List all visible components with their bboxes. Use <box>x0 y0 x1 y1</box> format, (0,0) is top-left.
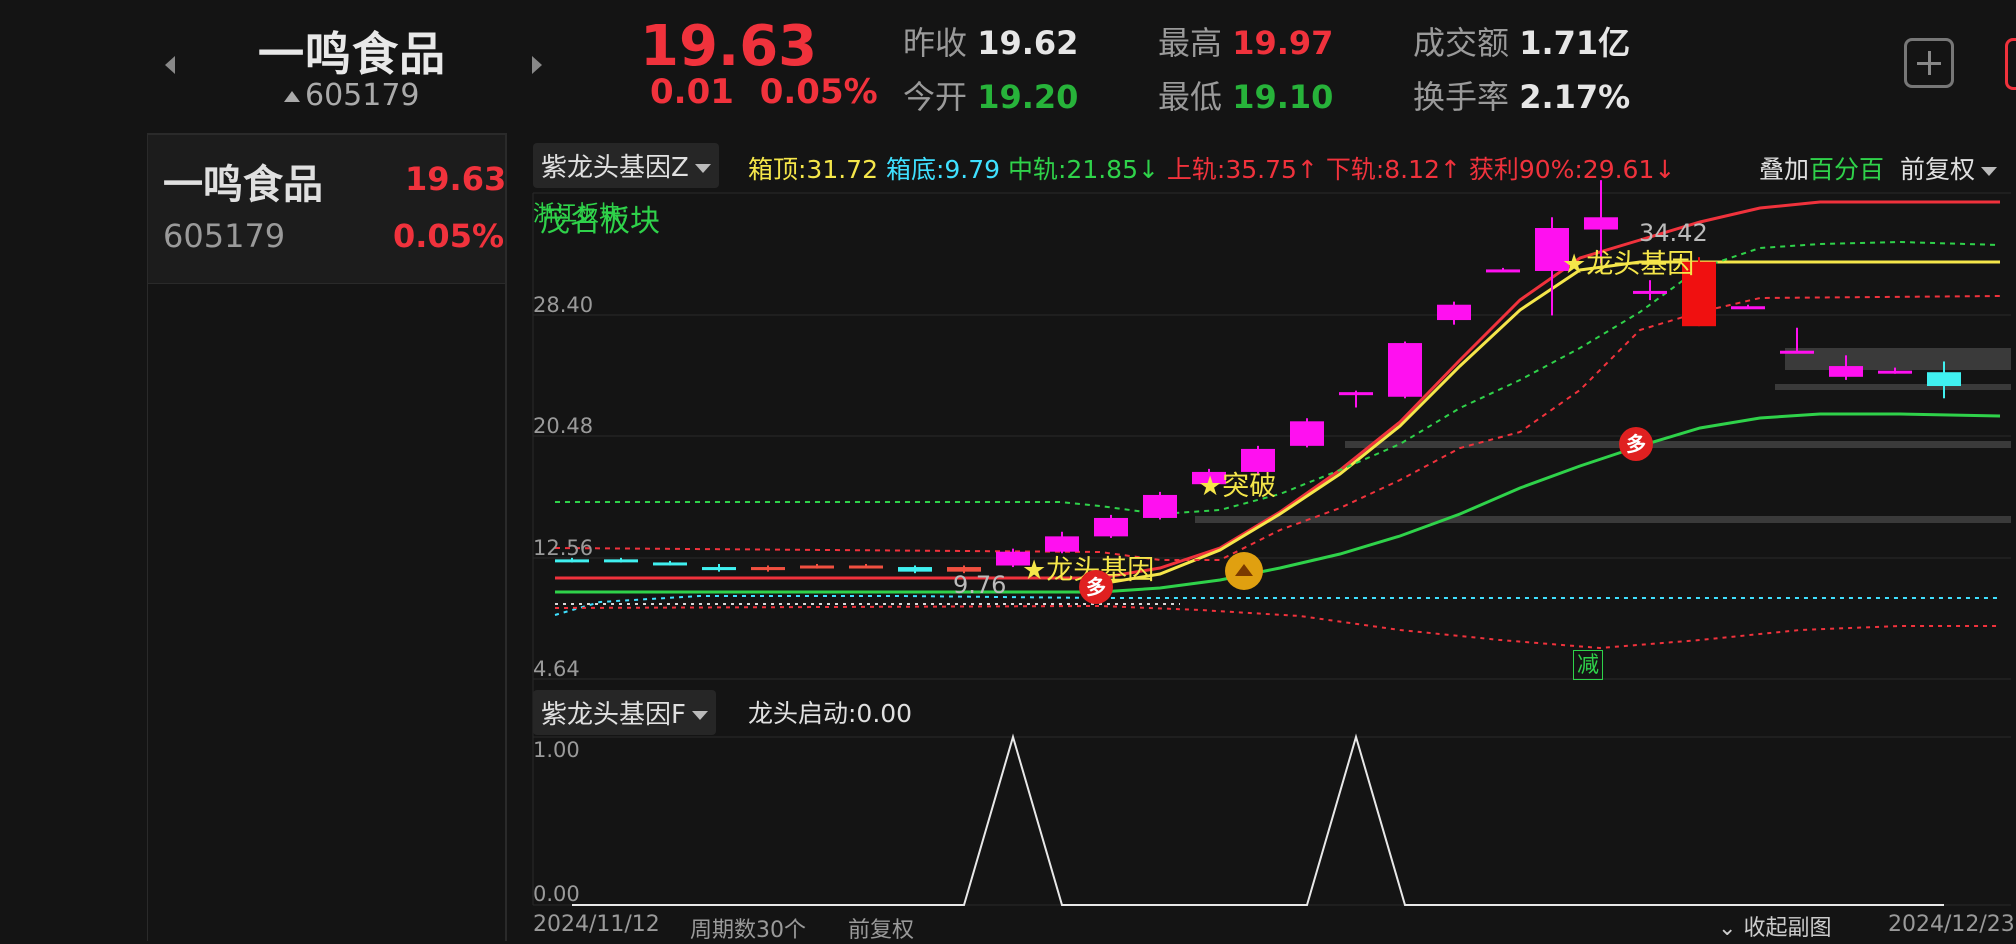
period-count: 周期数30个 <box>690 918 806 943</box>
adjust-mode: 前复权 <box>848 918 915 943</box>
double-chevron-down-icon: ⌄ <box>1718 916 1737 941</box>
dragon-start-line <box>572 733 1944 906</box>
sub-line-chart <box>572 733 1944 906</box>
date-start: 2024/11/12 <box>533 912 660 937</box>
date-end: 2024/12/23 <box>1888 912 2015 937</box>
collapse-subchart-button[interactable]: ⌄ 收起副图 <box>1718 910 1831 942</box>
